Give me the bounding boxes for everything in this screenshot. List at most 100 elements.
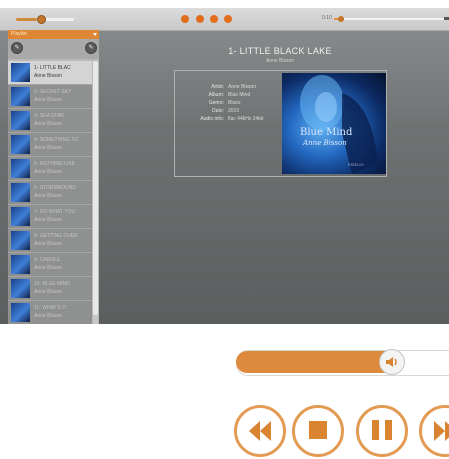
playlist-item-title: 8- GETTING OVER <box>34 233 78 239</box>
metadata-value: 2010 <box>228 108 240 114</box>
chevron-down-icon <box>93 33 97 36</box>
metadata-label: Genre: <box>208 100 224 106</box>
playlist-item-title: 1- LITTLE BLAC <box>34 65 71 71</box>
album-thumbnail <box>11 303 30 322</box>
playlist-dropdown-label: Playlist <box>11 31 27 37</box>
playlist-scrollbar-thumb[interactable] <box>93 61 98 315</box>
stop-button-large[interactable] <box>292 405 344 457</box>
playlist-item[interactable]: 4- SOMETHING TO Anne Bisson <box>8 133 92 157</box>
next-button[interactable] <box>224 15 232 23</box>
pencil-icon: ✎ <box>88 45 94 51</box>
edit-track-button[interactable]: ✎ <box>85 42 97 54</box>
playlist-item[interactable]: 6- STORMBOUND Anne Bisson <box>8 181 92 205</box>
player-window: 0:10 Playlist ✎ ✎ 1- LITTLE BLAC Anne Bis… <box>0 8 449 324</box>
seek-bar-handle[interactable] <box>338 16 344 22</box>
cover-title: Blue Mind <box>300 127 353 138</box>
album-thumbnail <box>11 87 30 106</box>
playlist-item-artist: Anne Bisson <box>34 193 63 199</box>
seek-bar[interactable] <box>334 18 444 20</box>
album-thumbnail <box>11 159 30 178</box>
playlist-item-title: 10- BLUE MIND <box>34 281 70 287</box>
metadata-row: Artist: Anne Bisson <box>175 84 279 92</box>
metadata-row: Genre: Blues <box>175 100 279 108</box>
metadata-label: Audio info: <box>200 116 224 122</box>
volume-slider-handle[interactable] <box>37 15 46 24</box>
pause-icon <box>372 420 392 440</box>
playlist-item-artist: Anne Bisson <box>34 313 63 319</box>
album-thumbnail <box>11 279 30 298</box>
playlist-item-artist: Anne Bisson <box>34 145 63 151</box>
playlist-item-artist: Anne Bisson <box>34 73 63 79</box>
playlist-item-artist: Anne Bisson <box>34 289 63 295</box>
edit-playlist-button[interactable]: ✎ <box>11 42 23 54</box>
rewind-icon <box>249 421 271 441</box>
metadata-value: Anne Bisson <box>228 84 257 90</box>
playlist-item-artist: Anne Bisson <box>34 169 63 175</box>
zoomed-volume-handle[interactable] <box>379 349 405 375</box>
elapsed-time: 0:10 <box>322 15 332 21</box>
playlist-item-artist: Anne Bisson <box>34 217 63 223</box>
metadata-value: flac 44kHz 24bit <box>228 116 264 122</box>
metadata-row: Audio info: flac 44kHz 24bit <box>175 116 279 124</box>
playlist-item[interactable]: 1- LITTLE BLAC Anne Bisson <box>8 61 92 85</box>
stop-icon <box>309 421 327 439</box>
album-thumbnail <box>11 63 30 82</box>
stop-button[interactable] <box>196 15 204 23</box>
playlist-item-title: 4- SOMETHING TO <box>34 137 79 143</box>
track-artist: Anne Bisson <box>265 58 295 64</box>
metadata-value: Blues <box>228 100 241 106</box>
album-thumbnail <box>11 183 30 202</box>
playlist-item-title: 11- WHAT'S IT <box>34 305 67 311</box>
metadata-label: Date: <box>212 108 224 114</box>
playlist-item-artist: Anne Bisson <box>34 241 63 247</box>
playlist-item[interactable]: 3- SEA STAR Anne Bisson <box>8 109 92 133</box>
metadata-label: Album: <box>208 92 224 98</box>
playlist-item[interactable]: 7- DO WHAT YOU Anne Bisson <box>8 205 92 229</box>
volume-end-icon <box>444 17 449 20</box>
zoomed-volume-fill <box>236 351 386 373</box>
pause-button[interactable] <box>210 15 218 23</box>
fast-forward-icon <box>434 421 449 441</box>
playlist-item[interactable]: 2- SECRET SKY Anne Bisson <box>8 85 92 109</box>
rewind-button[interactable] <box>234 405 286 457</box>
pause-button-large[interactable] <box>356 405 408 457</box>
playlist-item-title: 2- SECRET SKY <box>34 89 72 95</box>
volume-slider-fill <box>16 18 38 21</box>
metadata-row: Album: Blue Mind <box>175 92 279 100</box>
playlist-sidebar: Playlist ✎ ✎ 1- LITTLE BLAC Anne Bisson 2-… <box>8 30 99 324</box>
playlist-item[interactable]: 11- WHAT'S IT Anne Bisson <box>8 301 92 324</box>
track-title: 1- LITTLE BLACK LAKE <box>228 46 332 56</box>
playlist-item-title: 3- SEA STAR <box>34 113 64 119</box>
playlist-item[interactable]: 8- GETTING OVER Anne Bisson <box>8 229 92 253</box>
album-thumbnail <box>11 135 30 154</box>
playlist-item-title: 5- NOTHING LIKE <box>34 161 76 167</box>
album-thumbnail <box>11 111 30 130</box>
album-thumbnail <box>11 231 30 250</box>
playlist-item[interactable]: 5- NOTHING LIKE Anne Bisson <box>8 157 92 181</box>
playlist: 1- LITTLE BLAC Anne Bisson 2- SECRET SKY An… <box>8 61 99 324</box>
playlist-dropdown[interactable]: Playlist <box>8 30 99 39</box>
album-thumbnail <box>11 207 30 226</box>
cover-portrait <box>300 75 378 174</box>
fast-forward-button[interactable] <box>419 405 449 457</box>
cover-label: FIDELIO <box>348 162 364 167</box>
speaker-icon <box>386 357 397 367</box>
metadata-label: Artist: <box>211 84 224 90</box>
playlist-item[interactable]: 9- CAROLE Anne Bisson <box>8 253 92 277</box>
playlist-item-title: 9- CAROLE <box>34 257 61 263</box>
playlist-item[interactable]: 10- BLUE MIND Anne Bisson <box>8 277 92 301</box>
playlist-item-artist: Anne Bisson <box>34 265 63 271</box>
playlist-scrollbar[interactable] <box>93 61 98 324</box>
track-metadata: Artist: Anne Bisson Album: Blue Mind Genre: B… <box>175 84 279 124</box>
cover-signature: Anne Bisson <box>303 139 347 147</box>
playlist-item-artist: Anne Bisson <box>34 121 63 127</box>
metadata-row: Date: 2010 <box>175 108 279 116</box>
playlist-item-title: 6- STORMBOUND <box>34 185 76 191</box>
playlist-item-title: 7- DO WHAT YOU <box>34 209 76 215</box>
album-cover: Blue Mind Anne Bisson FIDELIO <box>282 73 386 174</box>
metadata-value: Blue Mind <box>228 92 251 98</box>
pencil-icon: ✎ <box>14 45 20 51</box>
track-info-panel: Artist: Anne Bisson Album: Blue Mind Genre: B… <box>174 70 387 177</box>
prev-button[interactable] <box>181 15 189 23</box>
top-toolbar: 0:10 <box>0 8 449 31</box>
